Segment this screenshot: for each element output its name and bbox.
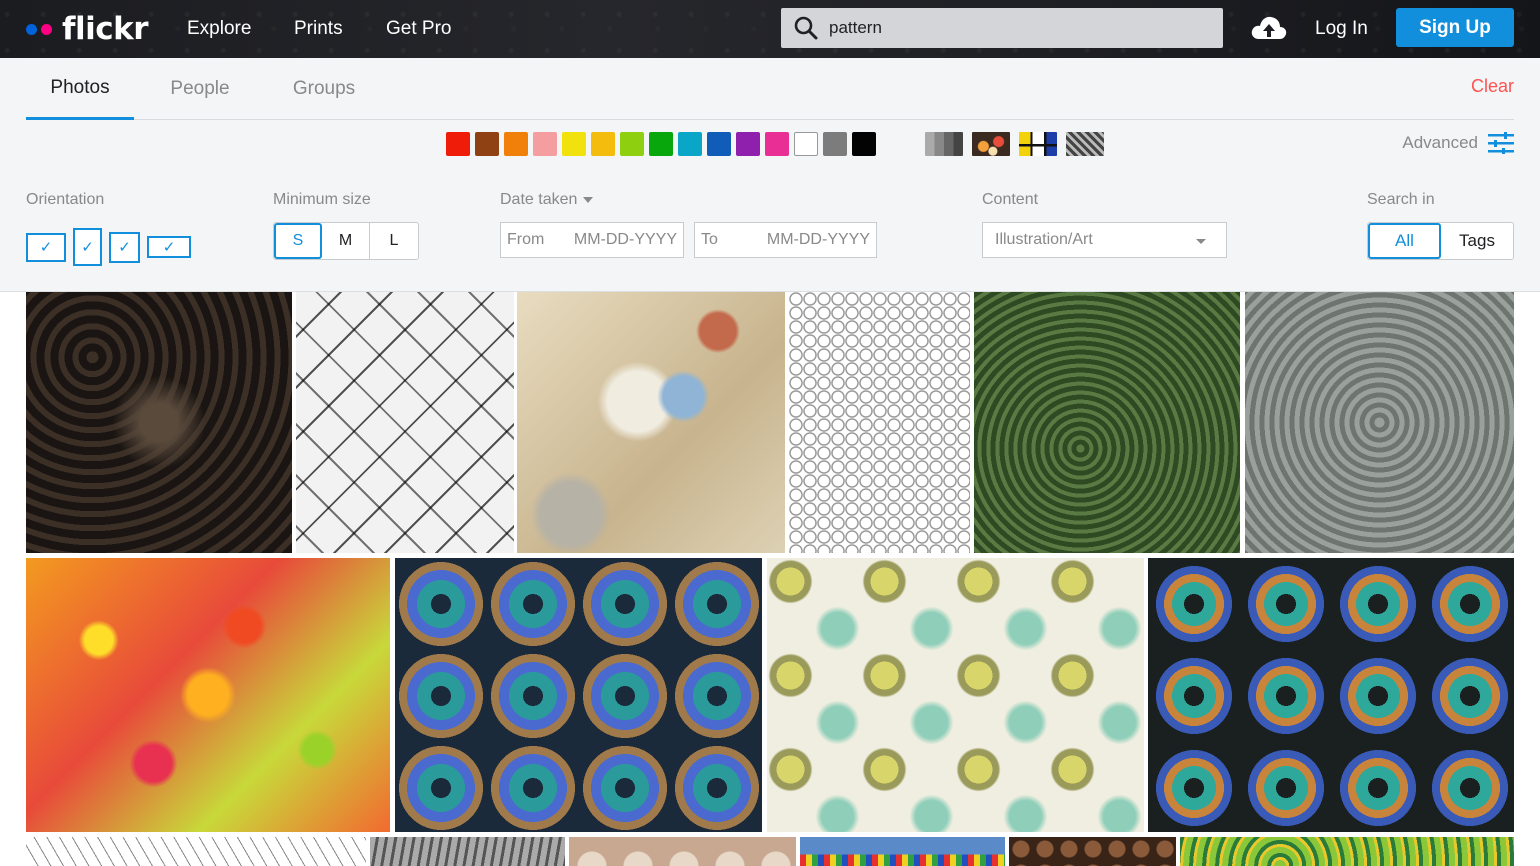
style-black-and-white-icon[interactable] <box>925 132 963 156</box>
color-swatch-cyan[interactable] <box>678 132 702 156</box>
photo-white-hexagon-pattern[interactable] <box>789 292 970 553</box>
style-patterns-icon[interactable] <box>1066 132 1104 156</box>
photo-mosaic-tile-pattern[interactable] <box>800 837 1005 866</box>
style-depth-of-field-icon[interactable] <box>972 132 1010 156</box>
photo-vintage-collage[interactable] <box>517 292 785 553</box>
color-swatch-magenta[interactable] <box>765 132 789 156</box>
photo-sketch-pattern[interactable] <box>26 837 366 866</box>
content-select[interactable]: Illustration/Art <box>982 222 1227 258</box>
style-minimalist-icon[interactable] <box>1019 132 1057 156</box>
photo-dark-embossed-pattern[interactable] <box>26 292 292 553</box>
sliders-icon <box>1488 132 1514 154</box>
photo-brown-circle-pattern[interactable] <box>1009 837 1176 866</box>
orientation-options: ✓ ✓ ✓ ✓ <box>26 228 191 266</box>
advanced-label: Advanced <box>1402 133 1478 152</box>
photo-green-embossed-pattern[interactable] <box>974 292 1240 553</box>
search-tabs: Photos People Groups <box>26 58 1514 120</box>
color-swatch-grey[interactable] <box>823 132 847 156</box>
photo-cream-floral-fabric[interactable] <box>767 558 1144 832</box>
logo-blue-dot <box>26 23 37 35</box>
search-bar[interactable] <box>781 8 1223 48</box>
search-in-selector: All Tags <box>1367 222 1514 260</box>
photo-green-ornament-pattern[interactable] <box>1180 837 1514 866</box>
date-to-label: To <box>701 231 718 248</box>
advanced-toggle[interactable]: Advanced <box>1402 132 1514 154</box>
color-swatch-lime[interactable] <box>620 132 644 156</box>
photo-bw-geometric-pattern[interactable] <box>296 292 514 553</box>
search-in-tags-button[interactable]: Tags <box>1441 223 1513 259</box>
nav-get-pro-label[interactable]: Get Pro <box>386 18 451 40</box>
search-input[interactable] <box>829 18 1209 38</box>
size-small-button[interactable]: S <box>274 223 322 259</box>
color-swatch-brown[interactable] <box>475 132 499 156</box>
nav-get-pro[interactable]: Get Pro <box>386 0 451 58</box>
nav-prints-label[interactable]: Prints <box>294 18 343 40</box>
upload-cloud-icon[interactable] <box>1250 12 1288 44</box>
chevron-down-icon <box>583 197 594 203</box>
size-large-button[interactable]: L <box>370 223 418 259</box>
date-to-field[interactable]: To MM-DD-YYYY <box>694 222 877 258</box>
orientation-square-checkbox[interactable]: ✓ <box>109 231 140 263</box>
color-swatch-yellow[interactable] <box>562 132 586 156</box>
nav-explore[interactable]: Explore <box>187 0 251 58</box>
date-taken-label: Date taken <box>500 191 578 208</box>
search-in-label: Search in <box>1367 191 1435 208</box>
color-swatch-gold[interactable] <box>591 132 615 156</box>
minimum-size-label: Minimum size <box>273 191 371 208</box>
search-icon[interactable] <box>793 15 819 41</box>
logo-text: flickr <box>62 11 149 47</box>
photo-grey-embossed-pattern[interactable] <box>1245 292 1514 553</box>
photo-blue-kaleidoscope-pattern[interactable] <box>395 558 762 832</box>
login-link[interactable]: Log In <box>1315 0 1368 58</box>
photo-teal-orange-kaleidoscope[interactable] <box>1148 558 1514 832</box>
nav-explore-label[interactable]: Explore <box>187 18 251 40</box>
size-medium-button[interactable]: M <box>322 223 370 259</box>
top-navigation-bar: flickr Explore Prints Get Pro Log In Sig… <box>0 0 1540 58</box>
nav-prints[interactable]: Prints <box>294 0 343 58</box>
content-label: Content <box>982 191 1039 208</box>
color-swatch-purple[interactable] <box>736 132 760 156</box>
color-swatch-black[interactable] <box>852 132 876 156</box>
photo-colorful-flower-pattern[interactable] <box>26 558 390 832</box>
content-select-value: Illustration/Art <box>995 231 1093 248</box>
color-swatch-blue[interactable] <box>707 132 731 156</box>
logo-pink-dot <box>41 23 52 35</box>
orientation-panorama-checkbox[interactable]: ✓ <box>147 236 191 258</box>
color-swatch-orange[interactable] <box>504 132 528 156</box>
photo-grey-leaf-pattern[interactable] <box>370 837 565 866</box>
date-from-field[interactable]: From MM-DD-YYYY <box>500 222 684 258</box>
color-swatch-red[interactable] <box>446 132 470 156</box>
clear-filters-link[interactable]: Clear <box>1471 76 1514 97</box>
minimum-size-selector: S M L <box>273 222 419 260</box>
style-filters <box>925 132 1104 156</box>
color-swatch-white[interactable] <box>794 132 818 156</box>
color-swatch-pink[interactable] <box>533 132 557 156</box>
tab-groups[interactable]: Groups <box>282 58 366 120</box>
orientation-landscape-checkbox[interactable]: ✓ <box>26 232 66 262</box>
color-swatches <box>446 132 876 156</box>
date-to-placeholder: MM-DD-YYYY <box>766 231 870 248</box>
tab-people[interactable]: People <box>158 58 242 120</box>
tab-photos[interactable]: Photos <box>26 58 134 120</box>
color-swatch-green[interactable] <box>649 132 673 156</box>
signup-button[interactable]: Sign Up <box>1396 8 1514 47</box>
orientation-label: Orientation <box>26 191 105 208</box>
photo-beige-swirl-pattern[interactable] <box>569 837 796 866</box>
date-from-placeholder: MM-DD-YYYY <box>573 231 677 248</box>
flickr-logo[interactable]: flickr <box>26 11 149 47</box>
orientation-portrait-checkbox[interactable]: ✓ <box>73 228 102 266</box>
date-from-label: From <box>507 231 545 248</box>
search-filters-panel: Photos People Groups Clear Advanced Orie… <box>0 58 1540 292</box>
search-in-all-button[interactable]: All <box>1368 223 1441 259</box>
date-taken-dropdown[interactable]: Date taken <box>500 191 594 209</box>
chevron-down-icon <box>1196 239 1206 244</box>
